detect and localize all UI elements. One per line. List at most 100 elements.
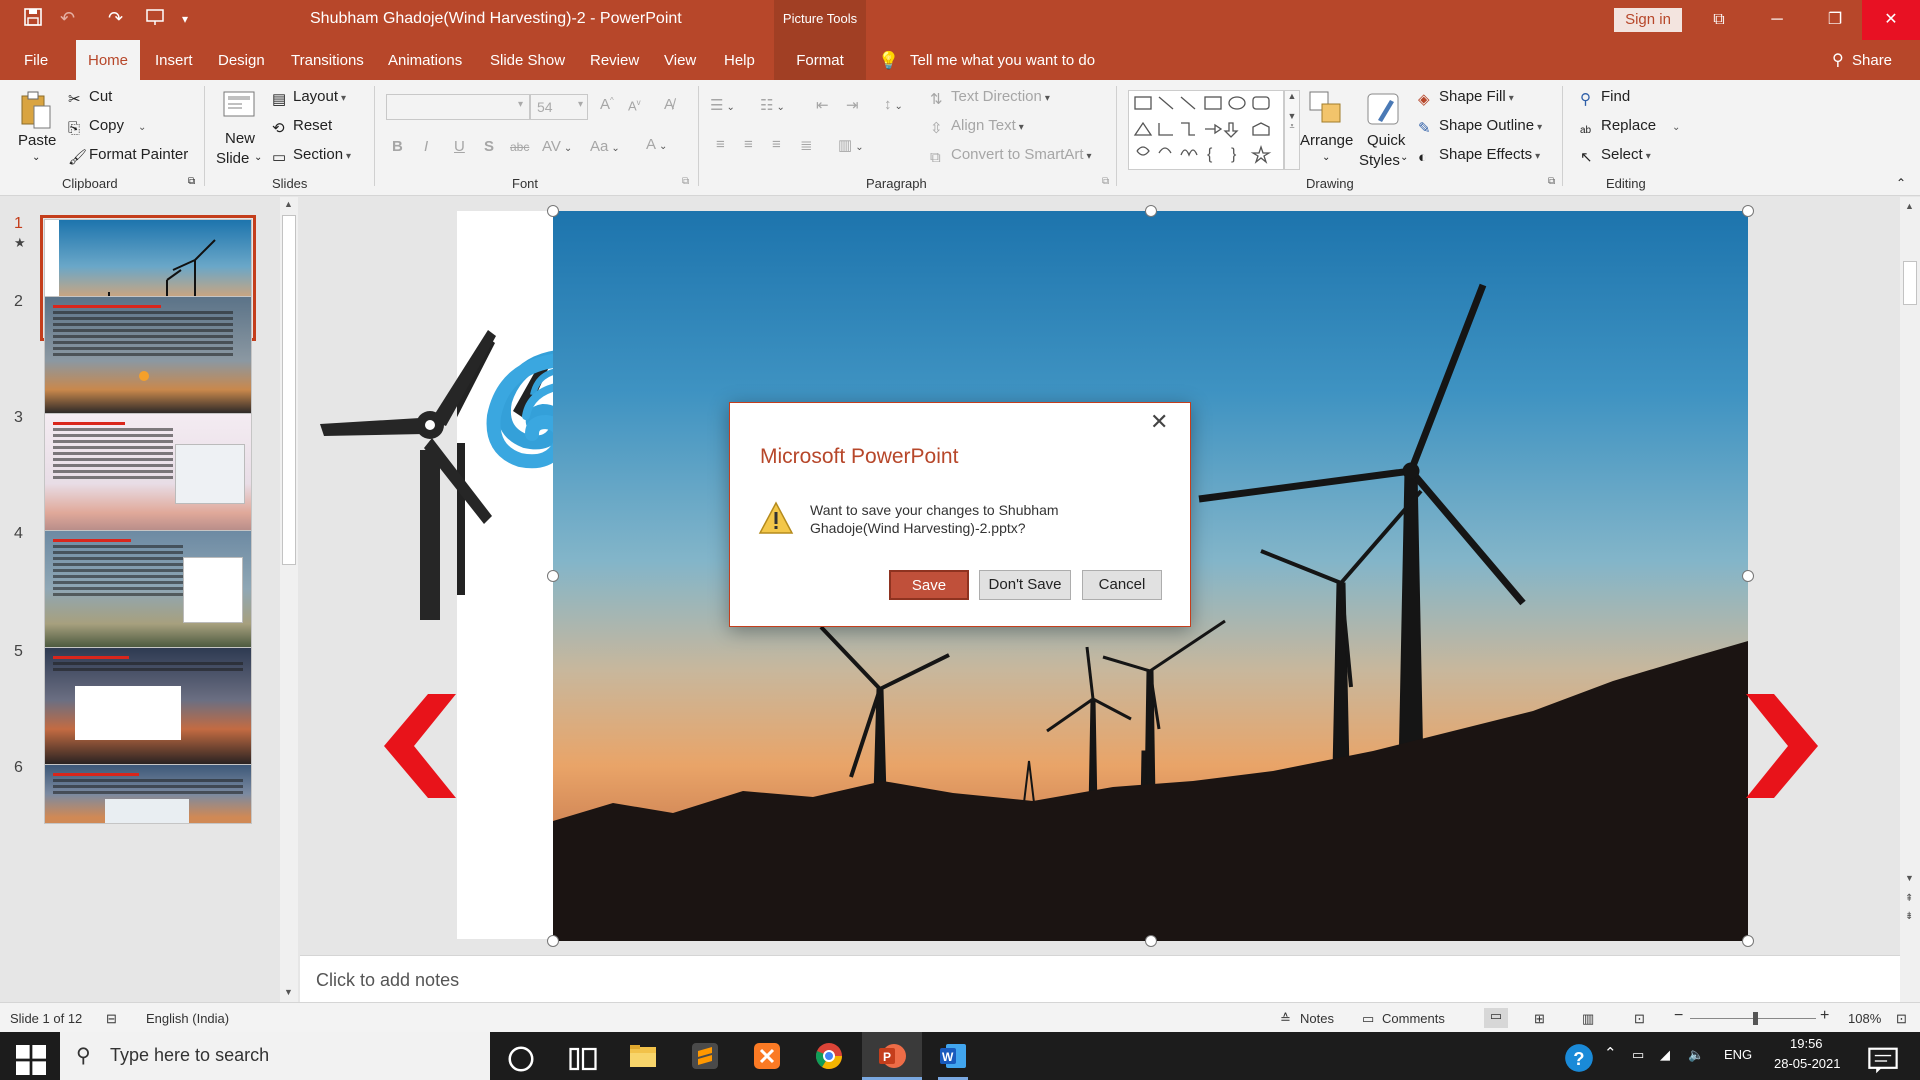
- bullets-icon[interactable]: ☰ ⌄: [710, 96, 735, 114]
- change-case-icon[interactable]: Aa ⌄: [590, 138, 620, 155]
- zoom-in-icon[interactable]: +: [1820, 1007, 1829, 1025]
- cancel-button[interactable]: Cancel: [1082, 570, 1162, 600]
- reading-view-icon[interactable]: ▥: [1582, 1011, 1594, 1027]
- task-view-icon[interactable]: [568, 1044, 598, 1074]
- tab-home[interactable]: Home: [76, 40, 140, 81]
- arrange-icon[interactable]: [1308, 90, 1344, 130]
- chrome-icon[interactable]: [814, 1041, 844, 1071]
- zoom-slider-thumb[interactable]: [1753, 1012, 1758, 1025]
- scroll-down-icon[interactable]: ▼: [284, 987, 293, 997]
- tab-transitions[interactable]: Transitions: [291, 40, 364, 80]
- resize-handle[interactable]: [1145, 935, 1157, 947]
- cortana-icon[interactable]: [506, 1044, 536, 1074]
- taskbar-search-box[interactable]: ⚲ Type here to search: [60, 1032, 490, 1080]
- resize-handle[interactable]: [1742, 205, 1754, 217]
- resize-handle[interactable]: [1742, 935, 1754, 947]
- clock-time[interactable]: 19:56: [1790, 1036, 1823, 1051]
- tab-file[interactable]: File: [24, 40, 48, 80]
- char-spacing-icon[interactable]: AV ⌄: [542, 138, 572, 155]
- scroll-down-icon[interactable]: ▼: [1905, 873, 1914, 883]
- shapes-gallery[interactable]: {}: [1128, 90, 1284, 170]
- arrange-dropdown-icon[interactable]: ⌄: [1322, 152, 1330, 163]
- clipboard-launcher-icon[interactable]: ⧉: [188, 176, 195, 187]
- reset-button[interactable]: ⟲ Reset: [272, 117, 332, 137]
- font-color-icon[interactable]: A ⌄: [646, 136, 667, 153]
- shapes-gallery-scroll[interactable]: ▲ ▼ ⩡: [1284, 90, 1300, 170]
- notes-icon[interactable]: ≙: [1280, 1011, 1291, 1027]
- normal-view-icon[interactable]: ▭: [1484, 1008, 1508, 1028]
- input-language[interactable]: ENG: [1724, 1047, 1752, 1062]
- slide-scrollbar[interactable]: ▲ ▼ ⇞ ⇟: [1900, 197, 1920, 1002]
- resize-handle[interactable]: [547, 570, 559, 582]
- previous-slide-icon[interactable]: ⇞: [1905, 893, 1913, 904]
- slideshow-view-icon[interactable]: ⊡: [1634, 1011, 1645, 1027]
- fit-slide-icon[interactable]: ⊡: [1896, 1011, 1907, 1027]
- slide-thumbnail[interactable]: [44, 296, 252, 414]
- spelling-icon[interactable]: ⊟: [106, 1011, 117, 1027]
- zoom-out-icon[interactable]: −: [1674, 1007, 1683, 1025]
- select-button[interactable]: ↖ Select ▾: [1580, 146, 1651, 166]
- bold-icon[interactable]: B: [392, 138, 403, 155]
- notifications-icon[interactable]: [1868, 1046, 1898, 1076]
- paste-dropdown-icon[interactable]: ⌄: [32, 152, 40, 163]
- align-right-icon[interactable]: ≡: [772, 136, 781, 153]
- drawing-launcher-icon[interactable]: ⧉: [1548, 176, 1555, 187]
- tab-help[interactable]: Help: [724, 40, 755, 80]
- columns-icon[interactable]: ▥ ⌄: [838, 136, 864, 154]
- numbering-icon[interactable]: ☷ ⌄: [760, 96, 785, 114]
- tab-slide-show[interactable]: Slide Show: [490, 40, 565, 80]
- tab-insert[interactable]: Insert: [155, 40, 193, 80]
- scroll-thumb[interactable]: [1903, 261, 1917, 305]
- notes-pane[interactable]: Click to add notes: [300, 955, 1900, 1002]
- undo-icon[interactable]: ↶: [60, 8, 75, 29]
- scroll-up-icon[interactable]: ▲: [1905, 201, 1914, 211]
- slide-thumbnail[interactable]: [44, 647, 252, 765]
- volume-icon[interactable]: 🔈: [1688, 1047, 1704, 1063]
- arrange-label[interactable]: Arrange: [1300, 132, 1353, 149]
- underline-icon[interactable]: U: [454, 138, 465, 155]
- align-left-icon[interactable]: ≡: [716, 136, 725, 153]
- copy-dropdown-icon[interactable]: ⌄: [138, 122, 146, 133]
- font-name-combo[interactable]: ▾: [386, 94, 530, 120]
- save-icon[interactable]: [24, 8, 42, 31]
- presentation-icon[interactable]: [145, 8, 165, 31]
- restore-button[interactable]: ❐: [1806, 0, 1864, 40]
- align-text-button[interactable]: ⇳ Align Text ▾: [930, 117, 1024, 137]
- xampp-icon[interactable]: [752, 1041, 782, 1071]
- replace-button[interactable]: ab Replace ⌄: [1580, 117, 1680, 141]
- help-icon[interactable]: ?: [1564, 1043, 1594, 1073]
- new-slide-label-2[interactable]: Slide: [216, 150, 249, 167]
- slide-thumbnail[interactable]: [44, 530, 252, 648]
- tab-review[interactable]: Review: [590, 40, 639, 80]
- shape-fill-button[interactable]: ◈ Shape Fill ▾: [1418, 88, 1514, 108]
- language-indicator[interactable]: English (India): [146, 1011, 229, 1026]
- format-painter-button[interactable]: 🖌 Format Painter: [68, 146, 188, 166]
- save-button[interactable]: Save: [889, 570, 969, 600]
- close-button[interactable]: ✕: [1862, 0, 1920, 40]
- quick-styles-dropdown-icon[interactable]: ⌄: [1400, 152, 1408, 163]
- redo-icon[interactable]: ↷: [108, 8, 123, 29]
- windows-start-icon[interactable]: [16, 1045, 46, 1075]
- shape-outline-button[interactable]: ✎ Shape Outline ▾: [1418, 117, 1542, 137]
- convert-smartart-button[interactable]: ⧉ Convert to SmartArt ▾: [930, 146, 1092, 166]
- notes-placeholder[interactable]: Click to add notes: [316, 970, 459, 991]
- sublime-text-icon[interactable]: [690, 1041, 720, 1071]
- justify-icon[interactable]: ≣: [800, 136, 813, 154]
- line-spacing-icon[interactable]: ↕ ⌄: [884, 96, 903, 113]
- tab-view[interactable]: View: [664, 40, 696, 80]
- text-direction-button[interactable]: ⇅ Text Direction ▾: [930, 88, 1050, 108]
- ribbon-display-icon[interactable]: ⧉: [1690, 0, 1748, 40]
- new-slide-dropdown-icon[interactable]: ⌄: [254, 152, 262, 163]
- scroll-up-icon[interactable]: ▲: [284, 199, 293, 209]
- section-button[interactable]: ▭ Section ▾: [272, 146, 351, 166]
- resize-handle[interactable]: [547, 935, 559, 947]
- thumbnail-scrollbar[interactable]: ▲ ▼: [280, 197, 298, 1002]
- battery-icon[interactable]: ▭: [1632, 1047, 1644, 1063]
- collapse-ribbon-icon[interactable]: ⌃: [1896, 176, 1906, 190]
- notes-toggle[interactable]: Notes: [1300, 1011, 1334, 1026]
- tell-me-search[interactable]: Tell me what you want to do: [910, 40, 1095, 80]
- comments-icon[interactable]: ▭: [1362, 1011, 1374, 1027]
- font-size-combo[interactable]: 54 ▾: [530, 94, 588, 120]
- quick-styles-label[interactable]: Quick: [1367, 132, 1405, 149]
- increase-font-icon[interactable]: A^: [600, 96, 614, 113]
